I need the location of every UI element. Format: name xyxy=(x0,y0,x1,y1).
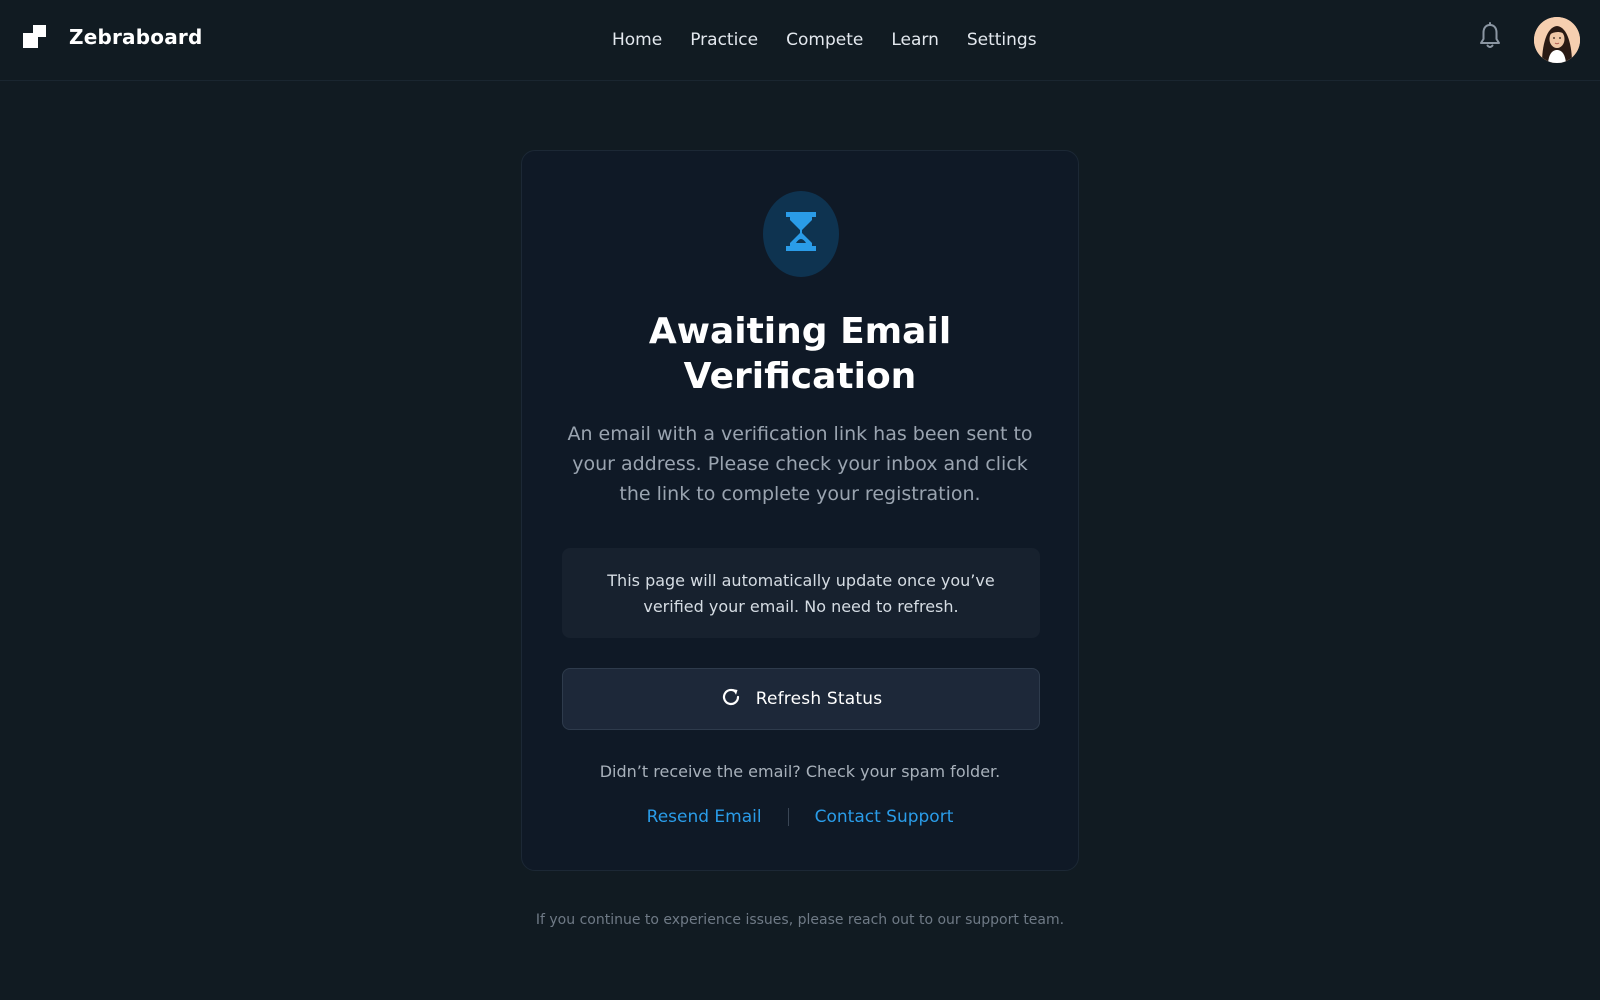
zebraboard-logo-icon xyxy=(23,24,47,50)
resend-email-link[interactable]: Resend Email xyxy=(647,807,762,827)
refresh-status-label: Refresh Status xyxy=(755,689,883,709)
verification-card: Awaiting Email Verification An email wit… xyxy=(521,150,1079,871)
link-divider xyxy=(787,808,789,826)
main-nav: Home Practice Compete Learn Settings xyxy=(612,28,1037,52)
top-navigation-bar: Zebraboard Home Practice Compete Learn S… xyxy=(0,0,1600,81)
brand[interactable]: Zebraboard xyxy=(23,24,202,50)
refresh-status-button[interactable]: Refresh Status xyxy=(562,668,1040,730)
page-title: Awaiting Email Verification xyxy=(648,311,952,397)
brand-name: Zebraboard xyxy=(69,25,203,49)
auto-update-notice: This page will automatically update once… xyxy=(562,548,1040,638)
nav-item-home[interactable]: Home xyxy=(612,28,662,52)
nav-item-compete[interactable]: Compete xyxy=(786,28,863,52)
verification-description: An email with a verification link has be… xyxy=(567,423,1033,505)
hourglass-icon xyxy=(763,191,839,277)
spam-folder-note: Didn’t receive the email? Check your spa… xyxy=(599,762,1001,781)
nav-item-practice[interactable]: Practice xyxy=(690,28,758,52)
help-links: Resend Email Contact Support xyxy=(522,807,1078,827)
nav-item-settings[interactable]: Settings xyxy=(967,28,1037,52)
refresh-icon xyxy=(720,686,742,712)
nav-item-learn[interactable]: Learn xyxy=(891,28,939,52)
contact-support-link[interactable]: Contact Support xyxy=(815,807,954,827)
footer-support-note: If you continue to experience issues, pl… xyxy=(535,912,1065,928)
user-avatar[interactable] xyxy=(1534,17,1580,63)
bell-icon[interactable] xyxy=(1478,22,1502,50)
